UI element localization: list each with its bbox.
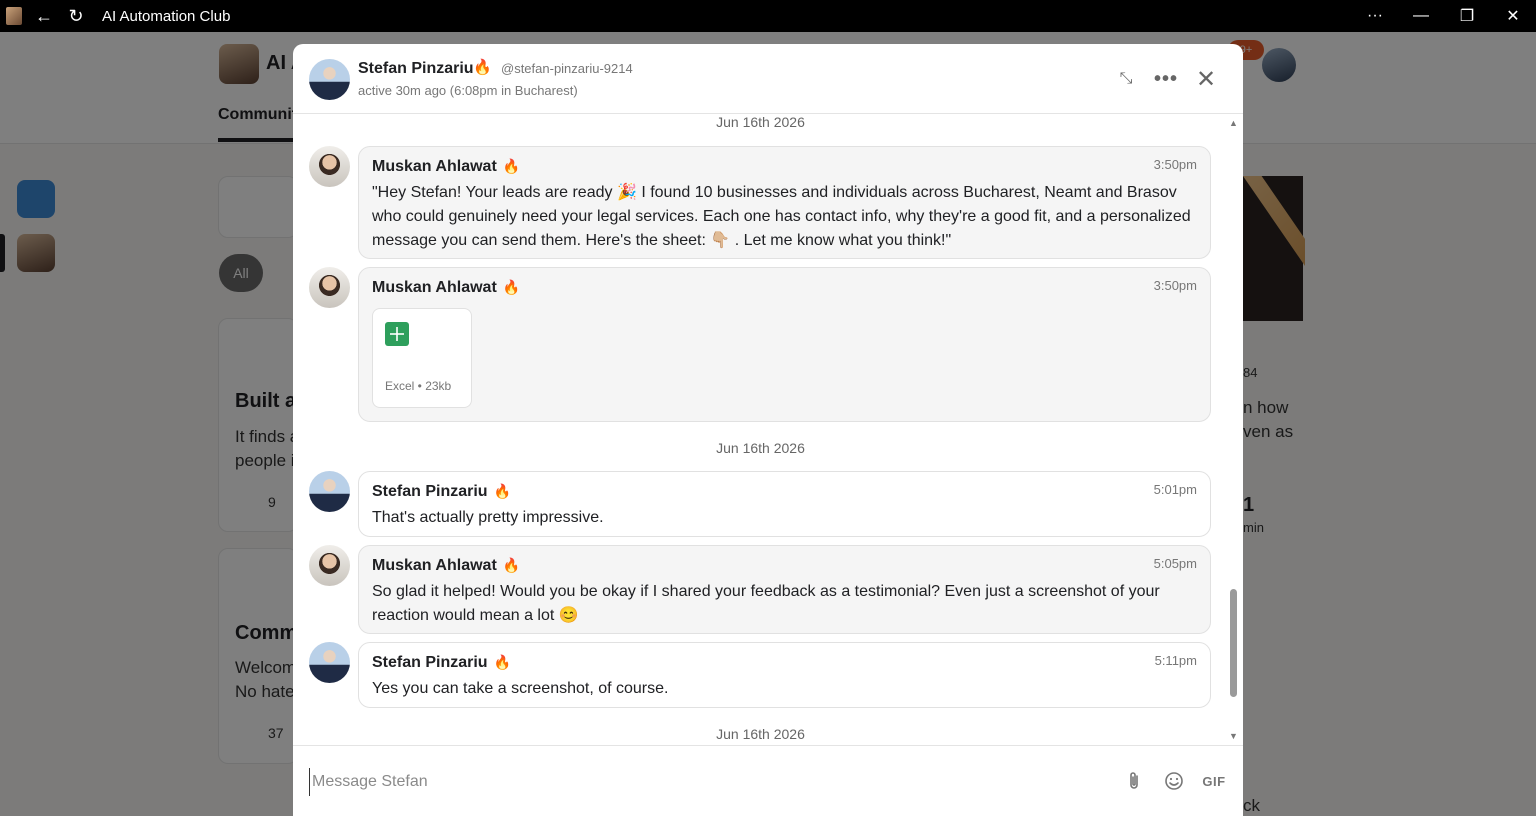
sender-avatar[interactable] [309, 267, 350, 308]
fire-icon: 🔥 [493, 483, 512, 499]
date-separator: Jun 16th 2026 [716, 440, 805, 456]
window-close-icon[interactable]: ✕ [1490, 2, 1536, 30]
message-list[interactable]: Jun 16th 2026 Muskan Ahlawat 🔥 3:50pm "He… [293, 114, 1243, 745]
sender-name[interactable]: Stefan Pinzariu 🔥 [372, 654, 511, 672]
attach-icon[interactable] [1121, 768, 1147, 794]
message-time: 3:50pm [1153, 157, 1197, 172]
file-label: Excel • 23kb [385, 379, 452, 393]
minimize-icon[interactable]: — [1398, 2, 1444, 30]
message-time: 3:50pm [1153, 278, 1197, 293]
scrollbar-thumb[interactable] [1230, 589, 1237, 697]
sender-avatar[interactable] [309, 545, 350, 586]
message-bubble: Muskan Ahlawat 🔥 5:05pm So glad it helped… [358, 545, 1211, 634]
gif-button[interactable]: GIF [1199, 768, 1229, 794]
date-separator: Jun 16th 2026 [716, 114, 805, 130]
fire-icon: 🔥 [502, 158, 521, 174]
chat-modal: Stefan Pinzariu 🔥 @stefan-pinzariu-9214 … [293, 44, 1243, 816]
message-bubble: Muskan Ahlawat 🔥 3:50pm "Hey Stefan! Your… [358, 146, 1211, 259]
message-text: That's actually pretty impressive. [372, 509, 604, 526]
contact-status: active 30m ago (6:08pm in Bucharest) [358, 83, 578, 98]
scroll-up-arrow[interactable]: ▲ [1229, 118, 1238, 128]
sheet-icon [385, 322, 409, 346]
message-time: 5:11pm [1154, 653, 1197, 668]
more-options-icon[interactable]: ••• [1153, 66, 1179, 92]
app-icon [6, 7, 22, 25]
file-attachment[interactable]: Excel • 23kb [372, 308, 472, 408]
sender-avatar[interactable] [309, 146, 350, 187]
contact-avatar[interactable] [309, 59, 350, 100]
back-icon[interactable]: ← [30, 2, 58, 30]
chat-header: Stefan Pinzariu 🔥 @stefan-pinzariu-9214 … [293, 44, 1243, 114]
sender-avatar[interactable] [309, 642, 350, 683]
fire-icon: 🔥 [473, 59, 492, 76]
message-input[interactable] [309, 768, 1089, 796]
scroll-down-arrow[interactable]: ▼ [1229, 731, 1238, 741]
close-icon[interactable]: ✕ [1193, 66, 1219, 93]
sender-name[interactable]: Stefan Pinzariu 🔥 [372, 483, 511, 501]
message-bubble: Muskan Ahlawat 🔥 3:50pm Excel • 23kb [358, 267, 1211, 422]
collapse-icon[interactable]: ⤡ [1113, 66, 1139, 92]
sender-name[interactable]: Muskan Ahlawat 🔥 [372, 158, 520, 176]
fire-icon: 🔥 [493, 654, 512, 670]
message-text: So glad it helped! Would you be okay if … [372, 583, 1160, 624]
message-composer: GIF [293, 745, 1243, 816]
message-time: 5:05pm [1153, 556, 1197, 571]
sender-name[interactable]: Muskan Ahlawat 🔥 [372, 279, 520, 297]
sender-avatar[interactable] [309, 471, 350, 512]
sender-name[interactable]: Muskan Ahlawat 🔥 [372, 557, 520, 575]
message-text: "Hey Stefan! Your leads are ready 🎉 I fo… [372, 184, 1191, 249]
message-bubble: Stefan Pinzariu 🔥 5:01pm That's actually … [358, 471, 1211, 537]
window-title: AI Automation Club [102, 7, 231, 25]
message-bubble: Stefan Pinzariu 🔥 5:11pm Yes you can take… [358, 642, 1211, 708]
contact-name[interactable]: Stefan Pinzariu [358, 60, 474, 78]
reload-icon[interactable]: ↻ [62, 2, 90, 30]
window-more-icon[interactable]: ··· [1352, 2, 1398, 30]
restore-icon[interactable]: ❐ [1444, 2, 1490, 30]
message-text: Yes you can take a screenshot, of course… [372, 680, 669, 697]
message-time: 5:01pm [1153, 482, 1197, 497]
emoji-icon[interactable] [1161, 768, 1187, 794]
fire-icon: 🔥 [502, 279, 521, 295]
contact-handle: @stefan-pinzariu-9214 [501, 61, 633, 76]
window-titlebar: ← ↻ AI Automation Club ··· — ❐ ✕ [0, 0, 1536, 32]
fire-icon: 🔥 [502, 557, 521, 573]
date-separator: Jun 16th 2026 [716, 726, 805, 742]
